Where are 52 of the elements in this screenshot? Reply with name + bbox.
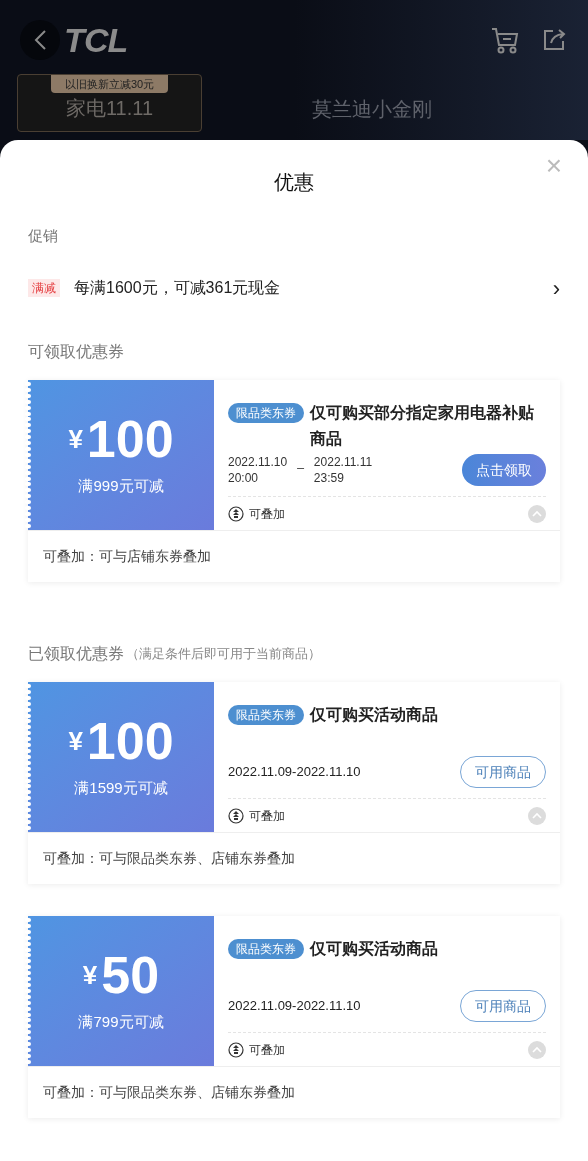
banner-title: 家电11.11	[65, 96, 154, 121]
cart-icon[interactable]	[490, 26, 520, 54]
stack-icon	[228, 1041, 244, 1058]
chevron-toggle-icon[interactable]	[528, 1040, 546, 1059]
validity-dates: 2022.11.09-2022.11.10	[228, 997, 361, 1016]
coupon-title: 仅可购买活动商品	[310, 705, 438, 725]
eligible-products-button[interactable]: 可用商品	[460, 990, 546, 1022]
brand-logo: TCL	[64, 19, 128, 61]
coupon-type-tag: 限品类东券	[228, 705, 304, 725]
validity-dates: 2022.11.09-2022.11.10	[228, 763, 361, 782]
currency-symbol: ¥	[68, 422, 83, 456]
coupon-title: 仅可购买部分指定家用电器补贴商品	[310, 403, 535, 449]
stackable-label: 可叠加	[249, 1041, 285, 1059]
section-note: （满足条件后即可用于当前商品）	[126, 645, 321, 664]
product-title: 莫兰迪小金刚	[312, 97, 432, 122]
sheet-title: 优惠	[274, 170, 314, 195]
promo-text: 每满1600元，可减361元现金	[74, 278, 281, 298]
coupon-amount: 100	[86, 714, 174, 767]
currency-symbol: ¥	[82, 958, 98, 992]
stack-icon	[228, 505, 244, 522]
trade-in-tag: 以旧换新立减30元	[50, 75, 169, 93]
stacking-detail: 可叠加：可与限品类东券、店铺东券叠加	[43, 849, 295, 868]
currency-symbol: ¥	[68, 724, 83, 758]
coupon-title: 仅可购买活动商品	[310, 939, 438, 959]
date-separator: _	[297, 454, 304, 470]
coupon-condition: 满999元可减	[78, 475, 164, 496]
end-date: 2022.11.11	[313, 454, 373, 470]
stacking-detail: 可叠加：可与店铺东券叠加	[43, 547, 211, 566]
chevron-toggle-icon[interactable]	[528, 504, 546, 523]
stackable-label: 可叠加	[249, 807, 285, 825]
back-button[interactable]	[20, 20, 60, 60]
back-icon	[33, 29, 47, 51]
coupon-condition: 满799元可减	[78, 1011, 164, 1032]
stacking-detail: 可叠加：可与限品类东券、店铺东券叠加	[43, 1083, 295, 1102]
section-heading: 已领取优惠券	[28, 644, 124, 664]
coupon-amount: 100	[86, 412, 174, 465]
chevron-toggle-icon[interactable]	[528, 806, 546, 825]
claim-button[interactable]: 点击领取	[462, 454, 546, 486]
start-date: 2022.11.10	[228, 454, 288, 470]
promo-tag: 满减	[28, 279, 60, 297]
coupon-condition: 满1599元可减	[74, 777, 168, 798]
start-time: 20:00	[228, 470, 260, 486]
coupon-amount: 50	[101, 948, 160, 1001]
coupon-type-tag: 限品类东券	[228, 939, 304, 959]
chevron-icon[interactable]: ›	[552, 271, 560, 305]
stack-icon	[228, 807, 244, 824]
section-heading: 促销	[28, 227, 58, 244]
end-time: 23:59	[313, 470, 345, 486]
eligible-products-button[interactable]: 可用商品	[460, 756, 546, 788]
coupon-type-tag: 限品类东券	[228, 403, 304, 423]
section-heading: 可领取优惠券	[28, 342, 124, 362]
stackable-label: 可叠加	[249, 505, 285, 523]
